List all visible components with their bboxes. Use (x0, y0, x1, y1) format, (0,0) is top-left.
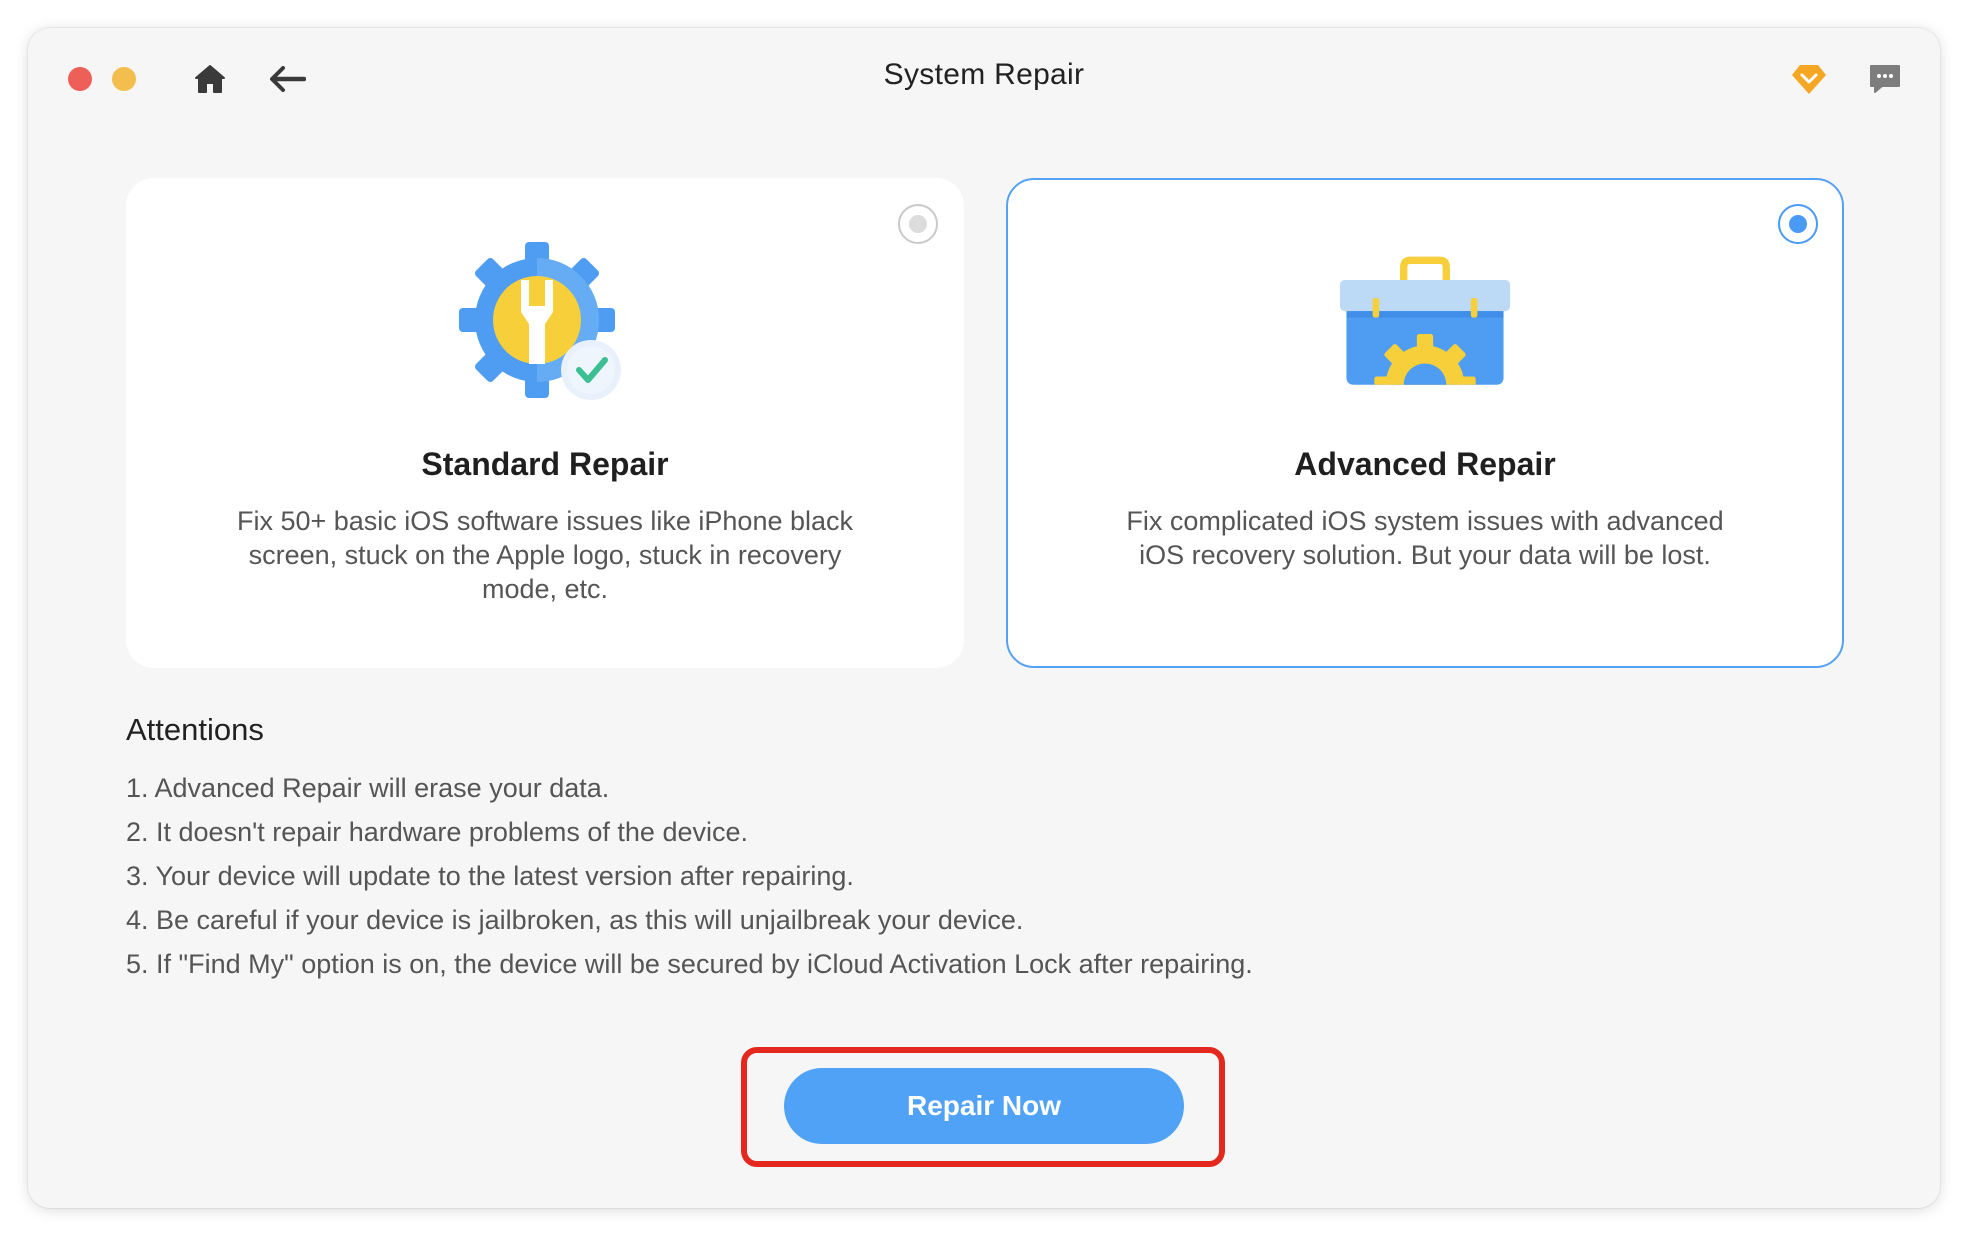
title-bar: System Repair (28, 28, 1940, 128)
advanced-repair-title: Advanced Repair (1294, 446, 1556, 482)
feedback-message-icon[interactable] (1868, 64, 1902, 94)
advanced-repair-card[interactable]: Advanced Repair Fix complicated iOS syst… (1006, 178, 1844, 668)
toolbox-icon (1339, 256, 1511, 385)
app-window: System Repair Standard Repair Fix 50+ ba… (28, 28, 1940, 1208)
standard-repair-title: Standard Repair (421, 446, 669, 482)
window-title: System Repair (883, 58, 1085, 91)
standard-repair-radio[interactable] (898, 204, 938, 244)
advanced-repair-description: Fix complicated iOS system issues with a… (1126, 506, 1724, 570)
attention-item: 1. Advanced Repair will erase your data. (126, 773, 610, 803)
standard-repair-card[interactable]: Standard Repair Fix 50+ basic iOS softwa… (126, 178, 964, 668)
advanced-repair-radio[interactable] (1778, 204, 1818, 244)
attention-item: 2. It doesn't repair hardware problems o… (126, 817, 748, 847)
attentions-list: 1. Advanced Repair will erase your data.… (126, 766, 1253, 986)
attentions-heading: Attentions (126, 712, 264, 747)
repair-now-button[interactable]: Repair Now (784, 1068, 1184, 1144)
standard-repair-description: Fix 50+ basic iOS software issues like i… (236, 506, 854, 604)
gear-wrench-check-icon (459, 242, 621, 400)
diamond-premium-icon[interactable] (1790, 62, 1828, 96)
attention-item: 5. If "Find My" option is on, the device… (126, 949, 1253, 979)
attention-item: 3. Your device will update to the latest… (126, 861, 854, 891)
attention-item: 4. Be careful if your device is jailbrok… (126, 905, 1024, 935)
